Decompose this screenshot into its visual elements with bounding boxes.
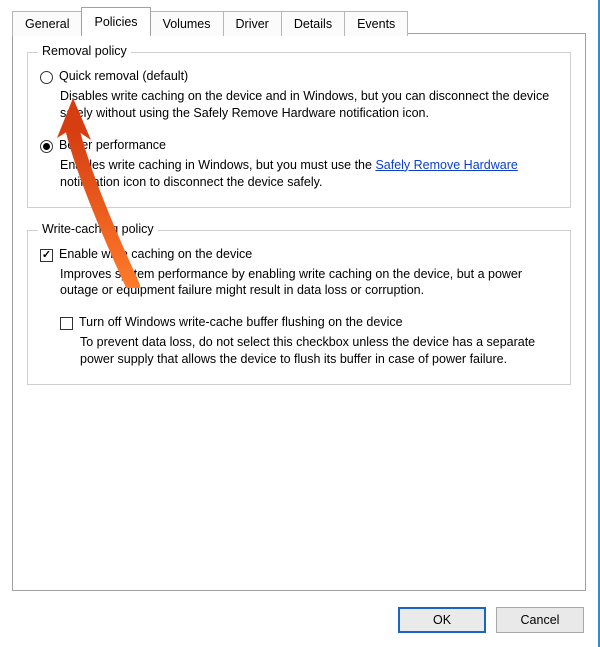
ok-button[interactable]: OK [398, 607, 486, 633]
checkbox-icon [40, 249, 53, 262]
cancel-button[interactable]: Cancel [496, 607, 584, 633]
radio-better-performance[interactable]: Better performance [40, 138, 558, 153]
tab-page-policies: Removal policy Quick removal (default) D… [12, 33, 586, 591]
radio-better-performance-desc: Enables write caching in Windows, but yo… [60, 157, 558, 191]
link-safely-remove-hardware[interactable]: Safely Remove Hardware [375, 158, 517, 172]
checkbox-turn-off-flush[interactable]: Turn off Windows write-cache buffer flus… [60, 315, 558, 330]
tab-strip: General Policies Volumes Driver Details … [12, 7, 586, 35]
checkbox-turn-off-flush-label: Turn off Windows write-cache buffer flus… [79, 315, 403, 329]
radio-circle-icon [40, 71, 53, 84]
radio-quick-removal[interactable]: Quick removal (default) [40, 69, 558, 84]
radio-circle-icon [40, 140, 53, 153]
radio-better-performance-label: Better performance [59, 138, 166, 152]
group-legend-removal: Removal policy [38, 44, 131, 58]
desc-text: notification icon to disconnect the devi… [60, 175, 322, 189]
group-legend-caching: Write-caching policy [38, 222, 158, 236]
radio-quick-removal-desc: Disables write caching on the device and… [60, 88, 558, 122]
group-removal-policy: Removal policy Quick removal (default) D… [27, 52, 571, 208]
tab-general[interactable]: General [12, 11, 82, 36]
tab-volumes[interactable]: Volumes [150, 11, 224, 36]
group-write-caching: Write-caching policy Enable write cachin… [27, 230, 571, 386]
tab-policies[interactable]: Policies [81, 7, 150, 35]
checkbox-enable-write-caching-label: Enable write caching on the device [59, 247, 252, 261]
checkbox-enable-write-caching-desc: Improves system performance by enabling … [60, 266, 558, 300]
checkbox-icon [60, 317, 73, 330]
tab-events[interactable]: Events [344, 11, 408, 36]
dialog-button-row: OK Cancel [398, 607, 584, 633]
desc-text: Enables write caching in Windows, but yo… [60, 158, 375, 172]
checkbox-turn-off-flush-desc: To prevent data loss, do not select this… [80, 334, 558, 368]
checkbox-enable-write-caching[interactable]: Enable write caching on the device [40, 247, 558, 262]
tab-details[interactable]: Details [281, 11, 345, 36]
properties-sheet: General Policies Volumes Driver Details … [0, 0, 600, 647]
tab-driver[interactable]: Driver [223, 11, 282, 36]
radio-quick-removal-label: Quick removal (default) [59, 69, 188, 83]
